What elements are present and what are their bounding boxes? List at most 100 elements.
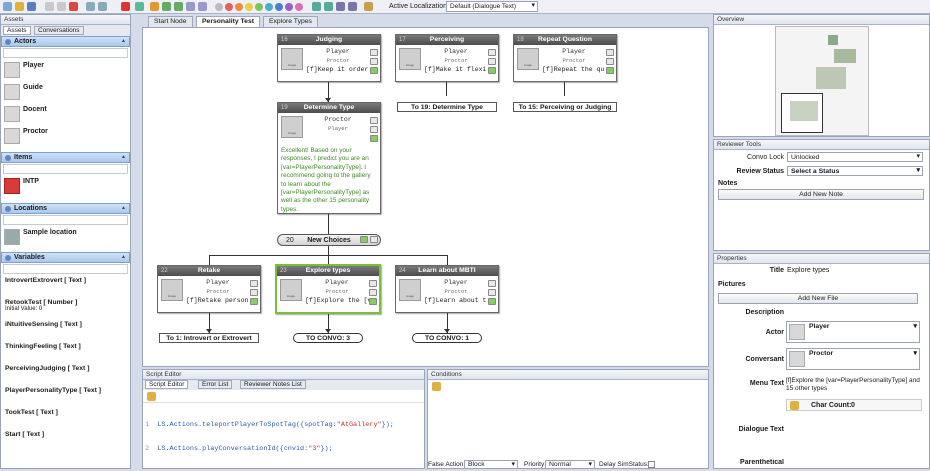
actor-select[interactable]: Player [786, 321, 920, 343]
items-header[interactable]: Items [1, 152, 130, 163]
dialogue-graph-canvas[interactable]: 16 Judging image Player Proctor [f]Keep i… [142, 27, 709, 367]
hub-add-icon[interactable] [360, 236, 368, 243]
convo-lock-select[interactable]: Unlocked [787, 152, 923, 162]
hub-new-choices[interactable]: 20 New Choices [277, 234, 381, 246]
tab-start-node[interactable]: Start Node [148, 16, 193, 27]
red-swatch-icon[interactable] [225, 3, 233, 11]
fit-icon[interactable] [186, 2, 195, 11]
conversant-select[interactable]: Proctor [786, 348, 920, 370]
node-link-icon[interactable] [369, 289, 377, 296]
pink-swatch-icon[interactable] [295, 3, 303, 11]
text-tool-icon[interactable] [790, 401, 799, 410]
node-add-icon[interactable] [250, 298, 258, 305]
overview-minimap[interactable] [775, 26, 869, 136]
actors-header[interactable]: Actors [1, 36, 130, 47]
locations-header[interactable]: Locations [1, 203, 130, 214]
localization-select[interactable]: Default (Dialogue Text) [446, 1, 538, 12]
tab-error-list[interactable]: Error List [198, 380, 233, 389]
node-add-icon[interactable] [369, 298, 377, 305]
node-link-icon[interactable] [370, 58, 378, 65]
delete-icon[interactable] [69, 2, 78, 11]
priority-select[interactable]: Normal [545, 460, 595, 469]
node-determine-type[interactable]: 19 Determine Type image Proctor Player Ex… [277, 102, 381, 214]
variable-item[interactable]: ThinkingFeeling [ Text ] [1, 341, 130, 363]
link-to-convo-1[interactable]: TO CONVO: 1 [412, 333, 482, 343]
node-judging[interactable]: 16 Judging image Player Proctor [f]Keep i… [277, 34, 381, 82]
script-tool-icon[interactable] [147, 392, 156, 401]
add-new-note-button[interactable]: Add New Note [718, 189, 924, 200]
node-link-icon[interactable] [370, 126, 378, 133]
variable-item[interactable]: Start [ Text ] [1, 429, 130, 451]
purple-swatch-icon[interactable] [285, 3, 293, 11]
localize-icon[interactable] [364, 2, 373, 11]
node-edit-icon[interactable] [488, 280, 496, 287]
cyan-swatch-icon[interactable] [265, 3, 273, 11]
add-new-file-button[interactable]: Add New File [718, 293, 918, 304]
actor-player[interactable]: Player [1, 59, 130, 81]
open-icon[interactable] [15, 2, 24, 11]
link-to-convo-3[interactable]: TO CONVO: 3 [293, 333, 363, 343]
tab-conversations[interactable]: Conversations [34, 26, 84, 35]
undo-icon[interactable] [86, 2, 95, 11]
variables-search[interactable] [3, 264, 128, 274]
node-link-icon[interactable] [606, 58, 614, 65]
node-link-icon[interactable] [488, 289, 496, 296]
layout-icon[interactable] [198, 2, 207, 11]
node-edit-icon[interactable] [250, 280, 258, 287]
node-add-icon[interactable] [488, 298, 496, 305]
orange-swatch-icon[interactable] [235, 3, 243, 11]
review-status-select[interactable]: Select a Status [787, 166, 923, 176]
link-to-19[interactable]: To 19: Determine Type [397, 102, 497, 112]
menu-text-field[interactable]: [f]Explore the [var=PlayerPersonalityTyp… [786, 377, 922, 393]
node-add-icon[interactable] [606, 67, 614, 74]
tab-assets[interactable]: Assets [3, 26, 31, 35]
variable-item[interactable]: iNtuitiveSensing [ Text ] [1, 319, 130, 341]
actors-search[interactable] [3, 48, 128, 58]
stop-icon[interactable] [121, 2, 130, 11]
distribute-icon[interactable] [324, 2, 333, 11]
delay-simstatus-checkbox[interactable] [648, 461, 655, 468]
node-link-icon[interactable] [488, 58, 496, 65]
variables-header[interactable]: Variables [1, 252, 130, 263]
node-perceiving[interactable]: 17 Perceiving image Player Proctor [f]Mak… [395, 34, 499, 82]
blue-swatch-icon[interactable] [275, 3, 283, 11]
node-add-icon[interactable] [370, 135, 378, 142]
tab-explore-types[interactable]: Explore Types [263, 16, 318, 27]
variable-item[interactable]: PlayerPersonalityType [ Text ] [1, 385, 130, 407]
node-edit-icon[interactable] [606, 49, 614, 56]
locations-search[interactable] [3, 215, 128, 225]
variable-item[interactable]: IntrovertExtrovert [ Text ] [1, 275, 130, 297]
items-search[interactable] [3, 164, 128, 174]
node-link-icon[interactable] [250, 289, 258, 296]
tab-reviewer-notes-list[interactable]: Reviewer Notes List [240, 380, 306, 389]
zoom-in-icon[interactable] [162, 2, 171, 11]
node-explore-types[interactable]: 23 Explore types image Player Proctor [f]… [275, 264, 381, 314]
node-edit-icon[interactable] [488, 49, 496, 56]
node-edit-icon[interactable] [370, 117, 378, 124]
node-edit-icon[interactable] [370, 49, 378, 56]
code-area[interactable]: 1 LS.Actions.teleportPlayerToSpotTag({sp… [143, 403, 424, 471]
snap-icon[interactable] [348, 2, 357, 11]
node-repeat-question[interactable]: 18 Repeat Question image Player Proctor [… [513, 34, 617, 82]
variable-item[interactable]: RetookTest [ Number ] Initial Value: 0 [1, 297, 130, 319]
copy-icon[interactable] [57, 2, 66, 11]
title-field[interactable]: Explore types [787, 267, 829, 274]
location-sample[interactable]: Sample location [1, 226, 130, 248]
node-add-icon[interactable] [488, 67, 496, 74]
tab-personality-test[interactable]: Personality Test [196, 16, 261, 27]
node-learn-about-mbti[interactable]: 24 Learn about MBTI image Player Proctor … [395, 265, 499, 313]
false-action-select[interactable]: Block [464, 460, 518, 469]
actor-proctor[interactable]: Proctor [1, 125, 130, 147]
node-edit-icon[interactable] [369, 280, 377, 287]
link-to-15[interactable]: To 15: Perceiving or Judging [513, 102, 617, 112]
cut-icon[interactable] [45, 2, 54, 11]
new-icon[interactable] [3, 2, 12, 11]
item-intp[interactable]: INTP [1, 175, 130, 197]
link-to-1[interactable]: To 1: Introvert or Extrovert [159, 333, 259, 343]
green-swatch-icon[interactable] [255, 3, 263, 11]
tab-script-editor[interactable]: Script Editor [145, 380, 189, 389]
conditions-tool-icon[interactable] [432, 382, 441, 391]
yellow-swatch-icon[interactable] [245, 3, 253, 11]
variable-item[interactable]: TookTest [ Text ] [1, 407, 130, 429]
actor-guide[interactable]: Guide [1, 81, 130, 103]
